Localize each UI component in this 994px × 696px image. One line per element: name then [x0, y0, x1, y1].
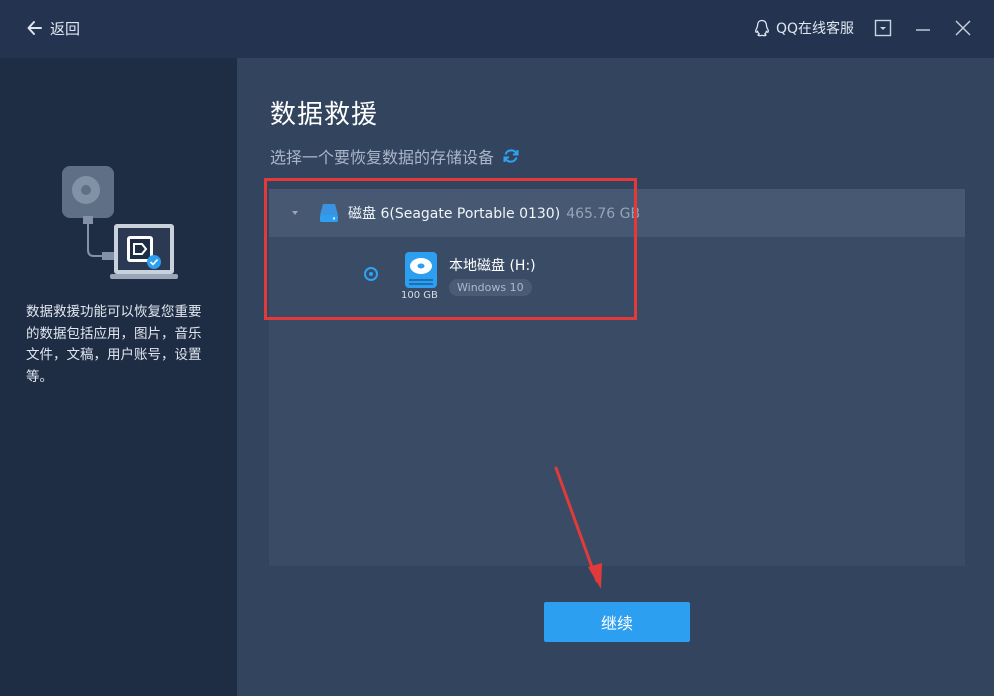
- qq-support-button[interactable]: QQ在线客服: [752, 17, 854, 39]
- disk-to-laptop-illustration: [62, 166, 178, 279]
- close-button[interactable]: [953, 18, 973, 38]
- caret-down-icon[interactable]: [290, 208, 300, 218]
- partition-icon: [405, 252, 437, 288]
- page-title: 数据救援: [270, 100, 379, 130]
- main-content: 数据救援 选择一个要恢复数据的存储设备 磁盘 6(Seagate Portabl…: [237, 58, 994, 696]
- back-label: 返回: [50, 19, 81, 38]
- partition-size: 100 GB: [401, 290, 438, 301]
- partition-name: 本地磁盘 (H:): [449, 258, 536, 274]
- dropdown-menu-icon: [874, 19, 892, 37]
- sidebar: 数据救援功能可以恢复您重要的数据包括应用，图片，音乐文件，文稿，用户账号，设置等…: [0, 58, 237, 696]
- title-bar: 返回 QQ在线客服: [0, 0, 994, 58]
- radio-selected-dot: [369, 272, 373, 276]
- qq-penguin-icon: [755, 19, 769, 37]
- refresh-icon[interactable]: [502, 147, 520, 165]
- close-icon: [955, 20, 971, 36]
- back-button[interactable]: 返回: [26, 17, 80, 39]
- subtitle-text: 选择一个要恢复数据的存储设备: [270, 148, 495, 167]
- continue-button[interactable]: 继续: [544, 602, 690, 642]
- back-arrow-icon: [27, 21, 42, 35]
- os-badge: Windows 10: [449, 279, 532, 296]
- disk-icon: [320, 204, 338, 222]
- disk-row[interactable]: 磁盘 6(Seagate Portable 0130) 465.76 GB: [269, 189, 965, 237]
- disk-name-text: 磁盘 6(Seagate Portable 0130): [348, 206, 561, 222]
- qq-support-label: QQ在线客服: [776, 21, 855, 37]
- device-list-panel: 磁盘 6(Seagate Portable 0130) 465.76 GB 100…: [269, 189, 965, 566]
- disk-size: 465.76 GB: [566, 206, 641, 222]
- subtitle: 选择一个要恢复数据的存储设备: [270, 144, 520, 168]
- minimize-button[interactable]: [913, 18, 933, 38]
- dropdown-menu-button[interactable]: [873, 18, 893, 38]
- disk-name: 磁盘 6(Seagate Portable 0130) 465.76 GB: [348, 203, 640, 223]
- minimize-icon: [916, 29, 930, 31]
- sidebar-description: 数据救援功能可以恢复您重要的数据包括应用，图片，音乐文件，文稿，用户账号，设置等…: [26, 304, 202, 385]
- radio-button[interactable]: [364, 267, 378, 281]
- partition-row[interactable]: 100 GB 本地磁盘 (H:) Windows 10: [269, 237, 965, 317]
